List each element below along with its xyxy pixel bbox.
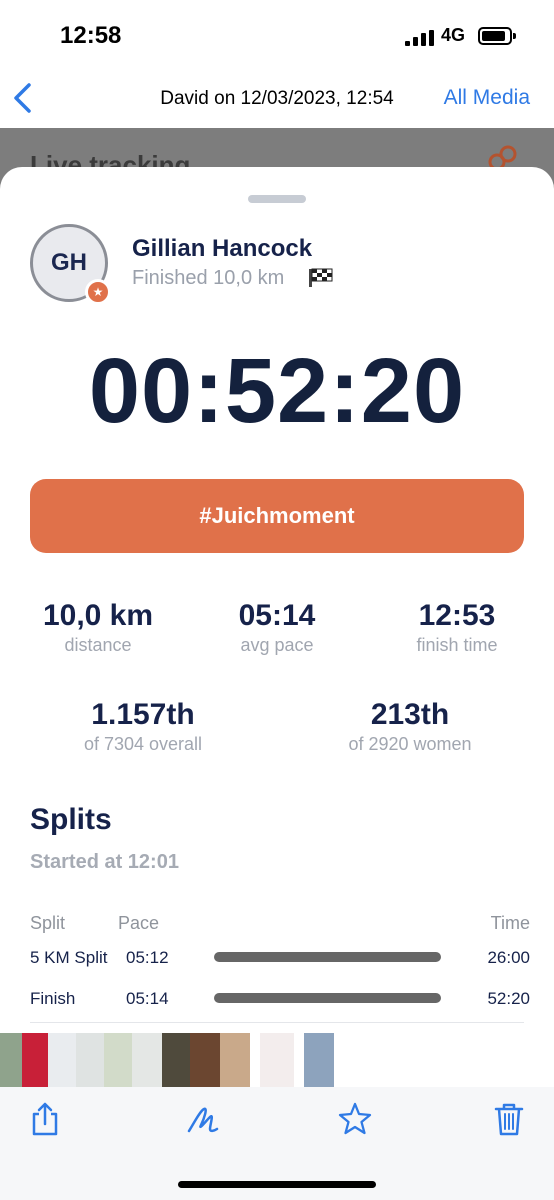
split-row-time: 26:00: [487, 948, 530, 967]
column-pace: Pace: [118, 913, 160, 933]
star-icon: ★: [85, 279, 111, 305]
bottom-toolbar: [0, 1087, 554, 1200]
column-split: Split: [30, 913, 66, 933]
battery-icon: [478, 27, 516, 45]
stat-distance: 10,0 km distance: [20, 599, 176, 656]
star-outline-icon[interactable]: [338, 1101, 372, 1137]
split-row-time: 52:20: [487, 989, 530, 1008]
sheet-grabber[interactable]: [248, 195, 306, 203]
divider: [30, 1022, 524, 1023]
markup-icon[interactable]: [186, 1101, 220, 1137]
stat-label: avg pace: [240, 635, 314, 655]
trash-icon[interactable]: [492, 1101, 526, 1137]
split-row-bar: [214, 993, 441, 1003]
thumbnail[interactable]: [48, 1033, 76, 1087]
split-row-bar: [214, 952, 441, 962]
thumbnail-strip[interactable]: [0, 1033, 554, 1087]
split-row-name: 5 KM Split: [30, 948, 108, 967]
thumbnail[interactable]: [220, 1033, 250, 1087]
stat-label: of 2920 women: [348, 734, 472, 754]
thumbnail[interactable]: [162, 1033, 190, 1087]
all-media-button[interactable]: All Media: [444, 86, 530, 110]
split-row-pace: 05:14: [126, 989, 169, 1008]
finish-time: 00:52:20: [88, 340, 466, 442]
thumbnail[interactable]: [76, 1033, 104, 1087]
share-icon[interactable]: [28, 1101, 62, 1137]
network-type: 4G: [441, 25, 466, 45]
stat-women-rank: 213th of 2920 women: [320, 698, 500, 755]
thumbnail[interactable]: [132, 1033, 162, 1087]
checkered-flag-icon: [309, 268, 333, 287]
runner-name: Gillian Hancock: [132, 235, 313, 262]
runner-status: Finished 10,0 km: [132, 267, 285, 289]
clock: 12:58: [60, 22, 122, 49]
stat-value: 10,0 km: [42, 599, 154, 632]
runner-sheet: GH ★ Gillian Hancock Finished 10,0 km 00…: [0, 167, 554, 1033]
stat-label: distance: [64, 635, 132, 655]
juichmoment-button[interactable]: #Juichmoment: [30, 479, 524, 553]
stat-value: 12:53: [418, 599, 496, 632]
thumbnail[interactable]: [22, 1033, 48, 1087]
stat-value: 05:14: [238, 599, 316, 632]
thumbnail[interactable]: [260, 1033, 294, 1087]
thumbnail[interactable]: [104, 1033, 132, 1087]
stat-finish-time: 12:53 finish time: [376, 599, 538, 656]
navigation-bar: David on 12/03/2023, 12:54 All Media: [0, 70, 554, 128]
splits-heading: Splits: [30, 803, 112, 836]
thumbnail[interactable]: [304, 1033, 334, 1087]
avatar: GH ★: [30, 224, 111, 305]
stat-label: of 7304 overall: [83, 734, 203, 754]
thumbnail[interactable]: [190, 1033, 220, 1087]
split-row-pace: 05:12: [126, 948, 169, 967]
stat-value: 213th: [370, 698, 450, 731]
signal-icon: [405, 30, 434, 46]
stat-overall-rank: 1.157th of 7304 overall: [50, 698, 236, 755]
column-time: Time: [490, 913, 530, 933]
thumbnail[interactable]: [0, 1033, 22, 1087]
status-bar: 12:58 4G: [0, 0, 554, 70]
avatar-initials: GH: [51, 249, 87, 276]
split-row-name: Finish: [30, 989, 76, 1008]
stat-pace: 05:14 avg pace: [198, 599, 356, 656]
splits-started: Started at 12:01: [30, 851, 179, 873]
stat-label: finish time: [416, 635, 498, 655]
stat-value: 1.157th: [91, 698, 195, 731]
home-indicator[interactable]: [178, 1181, 376, 1188]
